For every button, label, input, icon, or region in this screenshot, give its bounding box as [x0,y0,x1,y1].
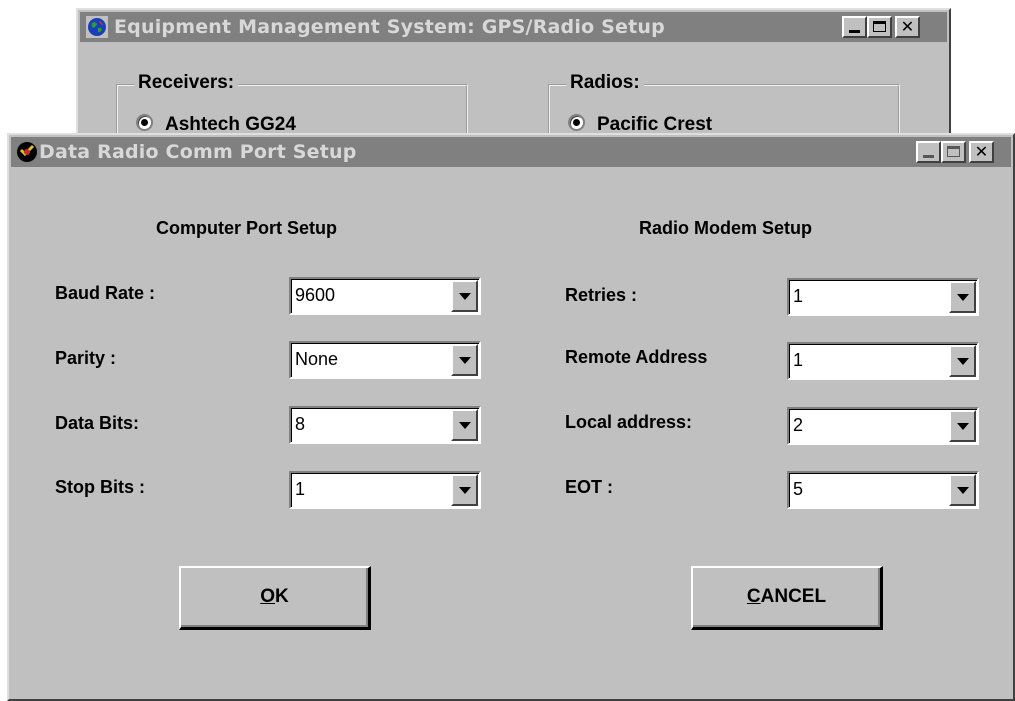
maximize-icon [947,146,960,157]
parity-value: None [295,349,339,369]
eot-dropdown-button[interactable] [949,474,976,506]
receiver-option-label: Ashtech GG24 [165,114,296,135]
stop-bits-dropdown-button[interactable] [451,474,478,506]
remote-address-select[interactable]: 1 [787,342,979,380]
baud-rate-select[interactable]: 9600 [289,277,481,315]
dialog-minimize-button[interactable] [916,141,941,163]
chevron-down-icon [459,487,471,494]
maximize-icon [873,21,886,32]
background-close-button[interactable]: ✕ [895,16,920,38]
cancel-button-mnemonic: C [746,586,761,607]
parity-select[interactable]: None [289,341,481,379]
eot-label: EOT : [565,477,613,497]
remote-address-value: 1 [793,350,804,370]
cancel-button[interactable]: CANCEL [691,566,883,630]
radio-button-selected[interactable] [568,114,585,132]
globe-icon [86,16,108,38]
parity-dropdown-button[interactable] [451,344,478,376]
chevron-down-icon [957,358,969,365]
minimize-icon [923,155,934,158]
background-window: Equipment Management System: GPS/Radio S… [76,8,951,174]
stop-bits-label: Stop Bits : [55,477,145,497]
local-address-dropdown-button[interactable] [949,410,976,442]
stop-bits-value: 1 [295,479,306,499]
chevron-down-icon [459,357,471,364]
ok-button[interactable]: OK [179,566,371,630]
close-icon: ✕ [974,142,989,161]
radio-option-label: Pacific Crest [597,114,713,135]
ok-button-label: K [275,586,289,607]
ok-button-mnemonic: O [260,586,276,607]
close-icon: ✕ [900,17,915,36]
retries-select[interactable]: 1 [787,278,979,316]
data-bits-label: Data Bits: [55,413,140,433]
radio-icon [17,142,37,162]
dialog-close-button[interactable]: ✕ [969,141,994,163]
cancel-button-label: ANCEL [760,586,827,607]
data-bits-dropdown-button[interactable] [451,409,478,441]
remote-address-label: Remote Address [565,347,708,367]
data-bits-value: 8 [295,414,306,434]
local-address-select[interactable]: 2 [787,407,979,445]
background-maximize-button[interactable] [867,16,892,38]
dialog-title: Data Radio Comm Port Setup [39,141,357,163]
chevron-down-icon [957,423,969,430]
chevron-down-icon [957,487,969,494]
eot-value: 5 [793,479,804,499]
remote-address-dropdown-button[interactable] [949,345,976,377]
chevron-down-icon [459,293,471,300]
retries-label: Retries : [565,285,638,305]
chevron-down-icon [459,422,471,429]
comm-port-dialog: Data Radio Comm Port Setup ✕ Computer Po… [7,133,1015,701]
local-address-label: Local address: [565,412,693,432]
baud-rate-value: 9600 [295,285,336,305]
stop-bits-select[interactable]: 1 [289,471,481,509]
baud-rate-label: Baud Rate : [55,283,156,303]
radio-button-selected[interactable] [136,114,153,132]
retries-value: 1 [793,286,804,306]
minimize-icon [849,30,860,33]
radio-modem-heading: Radio Modem Setup [639,218,813,238]
retries-dropdown-button[interactable] [949,281,976,313]
background-minimize-button[interactable] [842,16,867,38]
data-bits-select[interactable]: 8 [289,406,481,444]
chevron-down-icon [957,294,969,301]
dialog-titlebar[interactable]: Data Radio Comm Port Setup ✕ [11,137,1011,167]
radios-group-label: Radios: [566,72,644,94]
background-window-titlebar[interactable]: Equipment Management System: GPS/Radio S… [80,12,947,42]
baud-rate-dropdown-button[interactable] [451,280,478,312]
local-address-value: 2 [793,415,804,435]
background-window-title: Equipment Management System: GPS/Radio S… [114,16,665,38]
parity-label: Parity : [55,348,117,368]
dialog-maximize-button[interactable] [941,141,966,163]
receivers-group-label: Receivers: [134,72,239,94]
eot-select[interactable]: 5 [787,471,979,509]
computer-port-heading: Computer Port Setup [156,218,338,238]
